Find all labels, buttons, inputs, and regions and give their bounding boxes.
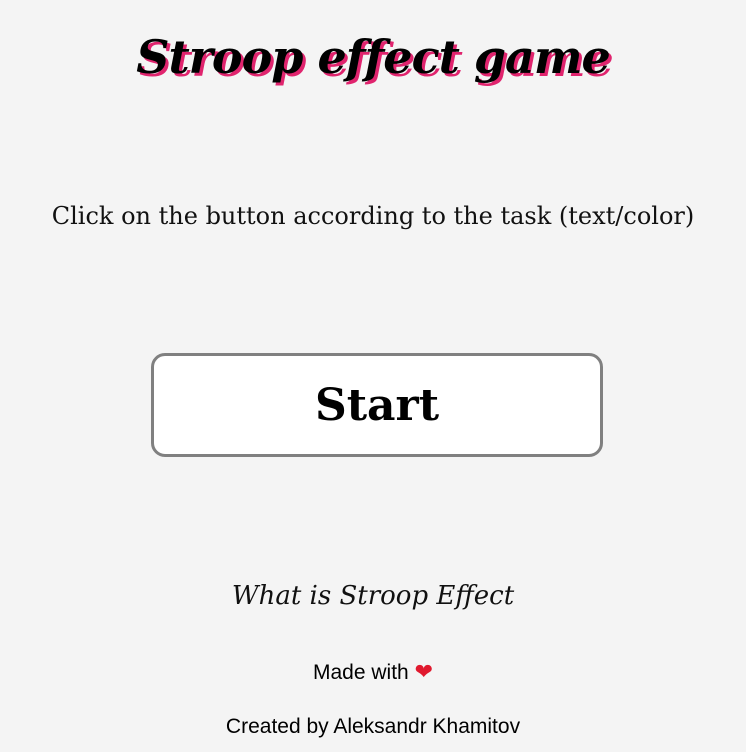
made-with-footer: Made with ❤ [0,658,746,688]
heart-icon: ❤ [414,660,433,685]
start-button[interactable]: Start [151,353,603,457]
page-title: Stroop effect game [136,30,611,84]
made-with-label: Made with [313,661,409,684]
author-credits: Created by Aleksandr Khamitov [225,715,521,738]
task-instructions: Click on the button according to the tas… [51,202,695,230]
what-is-stroop-effect-link[interactable]: What is Stroop Effect [0,576,746,616]
page: Stroop effect game Click on the button a… [0,0,746,752]
